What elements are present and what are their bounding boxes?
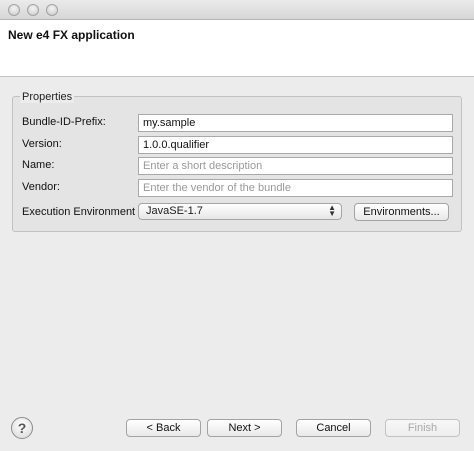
version-input[interactable]: [138, 136, 453, 154]
vendor-label: Vendor:: [22, 181, 60, 193]
execution-environment-value: JavaSE-1.7: [146, 205, 203, 217]
cancel-button[interactable]: Cancel: [296, 419, 371, 437]
minimize-window-icon[interactable]: [27, 4, 39, 16]
environments-button[interactable]: Environments...: [354, 203, 449, 221]
execution-environment-select[interactable]: JavaSE-1.7 ▲ ▼: [138, 203, 342, 220]
wizard-title: New e4 FX application: [8, 28, 135, 42]
finish-button[interactable]: Finish: [385, 419, 460, 437]
select-arrows-icon: ▲ ▼: [328, 203, 336, 218]
version-label: Version:: [22, 138, 62, 150]
zoom-window-icon[interactable]: [46, 4, 58, 16]
next-button[interactable]: Next >: [207, 419, 282, 437]
back-button[interactable]: < Back: [126, 419, 201, 437]
window-titlebar: [0, 0, 474, 20]
close-window-icon[interactable]: [8, 4, 20, 16]
bundle-id-prefix-label: Bundle-ID-Prefix:: [22, 116, 106, 128]
wizard-header: New e4 FX application: [0, 20, 474, 77]
name-label: Name:: [22, 159, 55, 171]
help-icon[interactable]: ?: [11, 417, 33, 439]
bundle-id-prefix-input[interactable]: [138, 114, 453, 132]
name-input[interactable]: [138, 157, 453, 175]
properties-group-label: Properties: [20, 91, 75, 103]
execution-environment-label: Execution Environment: [22, 206, 136, 218]
vendor-input[interactable]: [138, 179, 453, 197]
